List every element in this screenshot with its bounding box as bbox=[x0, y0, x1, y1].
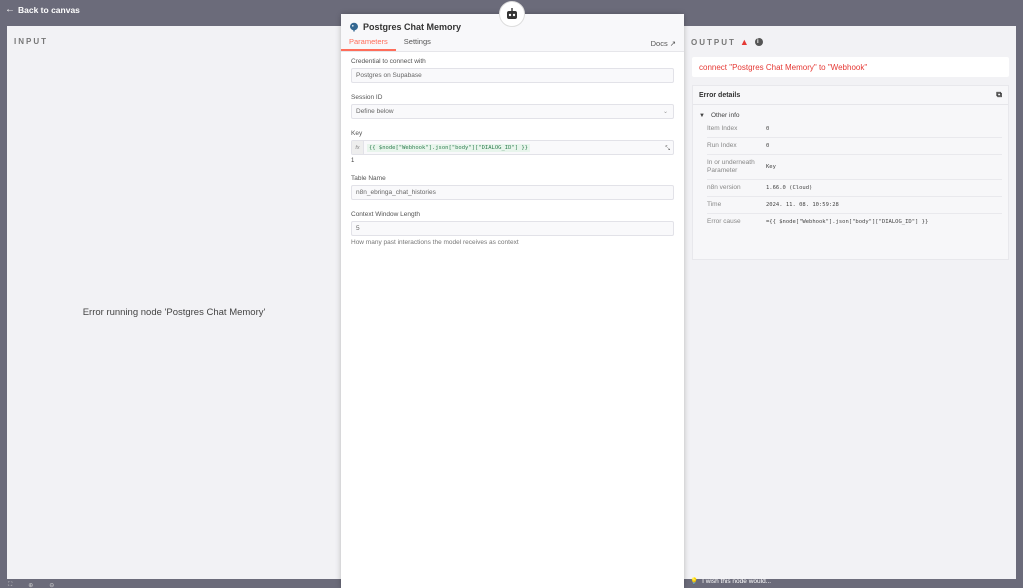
key-result: 1 bbox=[351, 158, 355, 164]
expand-icon[interactable]: ⤡ bbox=[665, 146, 670, 153]
info-row: n8n version 1.66.0 (Cloud) bbox=[707, 180, 1002, 197]
output-heading-row: OUTPUT ▲ i bbox=[691, 37, 763, 47]
info-icon[interactable]: i bbox=[754, 38, 763, 46]
parameters-form: Credential to connect with Postgres on S… bbox=[341, 52, 684, 246]
info-row: Time 2024. 11. 08. 10:59:28 bbox=[707, 197, 1002, 214]
key-field: Key fx {{ $node["Webhook"].json["body"][… bbox=[351, 130, 674, 164]
tab-settings[interactable]: Settings bbox=[396, 37, 439, 51]
zoom-in-icon[interactable]: ⊕ bbox=[28, 582, 33, 588]
feedback-label: I wish this node would... bbox=[702, 577, 772, 585]
arrow-left-icon: ← bbox=[5, 4, 15, 15]
node-settings-panel: Postgres Chat Memory Parameters Settings… bbox=[341, 14, 684, 588]
external-link-icon: ↗ bbox=[669, 39, 676, 48]
back-label: Back to canvas bbox=[18, 4, 80, 15]
output-heading: OUTPUT bbox=[691, 37, 736, 47]
key-label: Key bbox=[351, 130, 363, 137]
info-value: 1.66.0 (Cloud) bbox=[766, 185, 813, 191]
info-key: Run Index bbox=[707, 142, 737, 149]
credential-select[interactable]: Postgres on Supabase bbox=[351, 68, 674, 83]
warning-icon: ▲ bbox=[739, 37, 751, 47]
fx-icon: fx bbox=[352, 141, 364, 154]
info-value: 2024. 11. 08. 10:59:28 bbox=[766, 202, 839, 208]
info-row: Run Index 0 bbox=[707, 138, 1002, 155]
info-row: In or underneath Parameter Key bbox=[707, 155, 1002, 180]
info-key: n8n version bbox=[707, 184, 741, 191]
info-key: In or underneath Parameter bbox=[707, 159, 755, 174]
credential-value: Postgres on Supabase bbox=[356, 72, 422, 79]
table-name-input[interactable]: n8n_ebringa_chat_histories bbox=[351, 185, 674, 200]
credential-field: Credential to connect with Postgres on S… bbox=[351, 58, 674, 83]
error-details-title: Error details bbox=[699, 91, 741, 99]
context-window-label: Context Window Length bbox=[351, 211, 421, 218]
key-expression-input[interactable]: fx {{ $node["Webhook"].json["body"]["DIA… bbox=[351, 140, 674, 155]
postgres-icon bbox=[350, 22, 358, 32]
docs-link[interactable]: Docs ↗ bbox=[651, 39, 676, 48]
context-window-value: 5 bbox=[356, 225, 360, 232]
input-panel: INPUT Error running node 'Postgres Chat … bbox=[7, 26, 341, 579]
docs-label: Docs bbox=[650, 39, 668, 48]
key-expression: {{ $node["Webhook"].json["body"]["DIALOG… bbox=[367, 143, 530, 152]
output-panel: OUTPUT ▲ i connect "Postgres Chat Memory… bbox=[684, 26, 1016, 579]
error-details-header: Error details ⧉ bbox=[693, 86, 1008, 105]
session-id-value: Define below bbox=[356, 108, 394, 115]
node-title-row: Postgres Chat Memory bbox=[349, 22, 461, 32]
caret-down-icon: ▼ bbox=[699, 112, 705, 119]
info-value: 0 bbox=[766, 143, 770, 149]
bottom-toolbar: ⛶ ⊕ ⊖ bbox=[8, 582, 54, 588]
context-window-input[interactable]: 5 bbox=[351, 221, 674, 236]
info-value: 0 bbox=[766, 126, 770, 132]
info-key: Item Index bbox=[707, 125, 738, 132]
table-name-field: Table Name n8n_ebringa_chat_histories bbox=[351, 175, 674, 200]
output-error-message: connect "Postgres Chat Memory" to "Webho… bbox=[692, 57, 1009, 77]
info-row: Item Index 0 bbox=[707, 121, 1002, 138]
error-details: Error details ⧉ ▼ Other info Item Index … bbox=[692, 85, 1009, 260]
info-key: Time bbox=[707, 201, 722, 208]
session-id-select[interactable]: Define below ⌄ bbox=[351, 104, 674, 119]
other-info-rows: Item Index 0 Run Index 0 In or underneat… bbox=[707, 121, 1002, 230]
info-key: Error cause bbox=[707, 218, 741, 225]
context-window-field: Context Window Length 5 How many past in… bbox=[351, 211, 674, 246]
tab-parameters[interactable]: Parameters bbox=[341, 37, 396, 51]
node-tabs: Parameters Settings bbox=[341, 37, 439, 51]
other-info-label: Other info bbox=[710, 112, 740, 119]
info-value: ={{ $node["Webhook"].json["body"]["DIALO… bbox=[766, 219, 929, 225]
session-id-field: Session ID Define below ⌄ bbox=[351, 94, 674, 119]
context-window-hint: How many past interactions the model rec… bbox=[351, 239, 519, 246]
table-name-value: n8n_ebringa_chat_histories bbox=[356, 189, 436, 196]
chevron-down-icon: ⌄ bbox=[662, 109, 668, 115]
node-badge bbox=[499, 1, 525, 27]
input-error-message: Error running node 'Postgres Chat Memory… bbox=[82, 307, 266, 318]
session-id-label: Session ID bbox=[351, 94, 383, 101]
copy-icon[interactable]: ⧉ bbox=[996, 90, 1002, 100]
node-title[interactable]: Postgres Chat Memory bbox=[363, 22, 461, 32]
feedback-link[interactable]: 💡 I wish this node would... bbox=[690, 577, 772, 586]
lightbulb-icon: 💡 bbox=[690, 578, 699, 585]
back-to-canvas-button[interactable]: ← Back to canvas bbox=[5, 4, 80, 15]
robot-icon bbox=[507, 8, 517, 19]
zoom-out-icon[interactable]: ⊖ bbox=[49, 582, 54, 588]
other-info-toggle[interactable]: ▼ Other info bbox=[693, 105, 1008, 121]
input-heading: INPUT bbox=[14, 37, 48, 46]
table-name-label: Table Name bbox=[351, 175, 386, 182]
credential-label: Credential to connect with bbox=[351, 58, 426, 65]
fit-view-icon[interactable]: ⛶ bbox=[8, 582, 12, 588]
info-row: Error cause ={{ $node["Webhook"].json["b… bbox=[707, 214, 1002, 230]
info-value: Key bbox=[766, 164, 776, 170]
